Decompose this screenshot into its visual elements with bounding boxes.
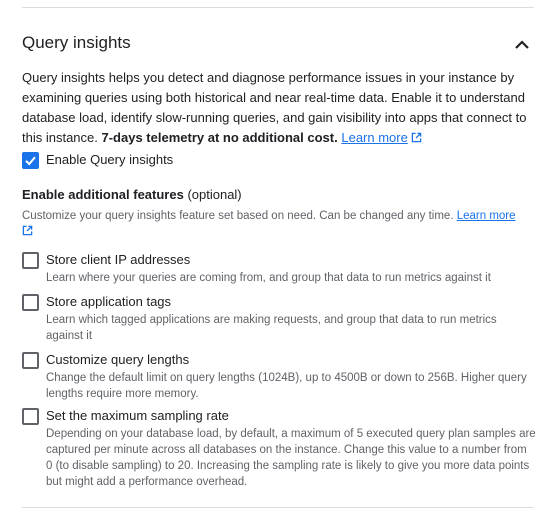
additional-features-title: Enable additional features xyxy=(22,187,184,202)
section-description: Query insights helps you detect and diag… xyxy=(22,68,534,148)
section-title: Query insights xyxy=(22,33,131,52)
customize-query-lengths-description: Change the default limit on query length… xyxy=(46,372,527,400)
store-client-ip-description: Learn where your queries are coming from… xyxy=(46,272,491,284)
additional-learn-more-label: Learn more xyxy=(456,210,516,222)
enable-query-insights-checkbox[interactable] xyxy=(22,152,39,169)
additional-subtext: Customize your query insights feature se… xyxy=(22,210,454,222)
enable-query-insights-label: Enable Query insights xyxy=(46,152,174,167)
learn-more-label: Learn more xyxy=(341,130,408,145)
customize-query-lengths-label: Customize query lengths xyxy=(46,352,190,367)
external-link-icon xyxy=(411,132,422,143)
additional-learn-more-link[interactable]: Learn more xyxy=(457,210,516,222)
collapse-button[interactable] xyxy=(511,34,533,56)
description-highlight: 7-days telemetry at no additional cost. xyxy=(101,130,338,145)
store-application-tags-label: Store application tags xyxy=(46,294,172,309)
max-sampling-rate-checkbox[interactable] xyxy=(22,408,39,425)
additional-features-subtext: Customize your query insights feature se… xyxy=(22,208,538,240)
customize-query-lengths-checkbox[interactable] xyxy=(22,352,39,369)
chevron-up-icon xyxy=(515,40,529,49)
additional-features-heading: Enable additional features (optional) xyxy=(22,187,242,202)
bottom-divider xyxy=(22,507,534,508)
learn-more-link[interactable]: Learn more xyxy=(341,130,422,145)
store-application-tags-description: Learn which tagged applications are maki… xyxy=(46,314,497,342)
store-application-tags-checkbox[interactable] xyxy=(22,294,39,311)
external-link-icon[interactable] xyxy=(22,225,33,236)
store-client-ip-label: Store client IP addresses xyxy=(46,252,191,267)
max-sampling-rate-label: Set the maximum sampling rate xyxy=(46,408,229,423)
max-sampling-rate-description: Depending on your database load, by defa… xyxy=(46,428,536,488)
additional-features-optional: (optional) xyxy=(183,187,242,202)
check-icon xyxy=(25,156,36,166)
store-client-ip-checkbox[interactable] xyxy=(22,252,39,269)
top-divider xyxy=(22,7,534,8)
